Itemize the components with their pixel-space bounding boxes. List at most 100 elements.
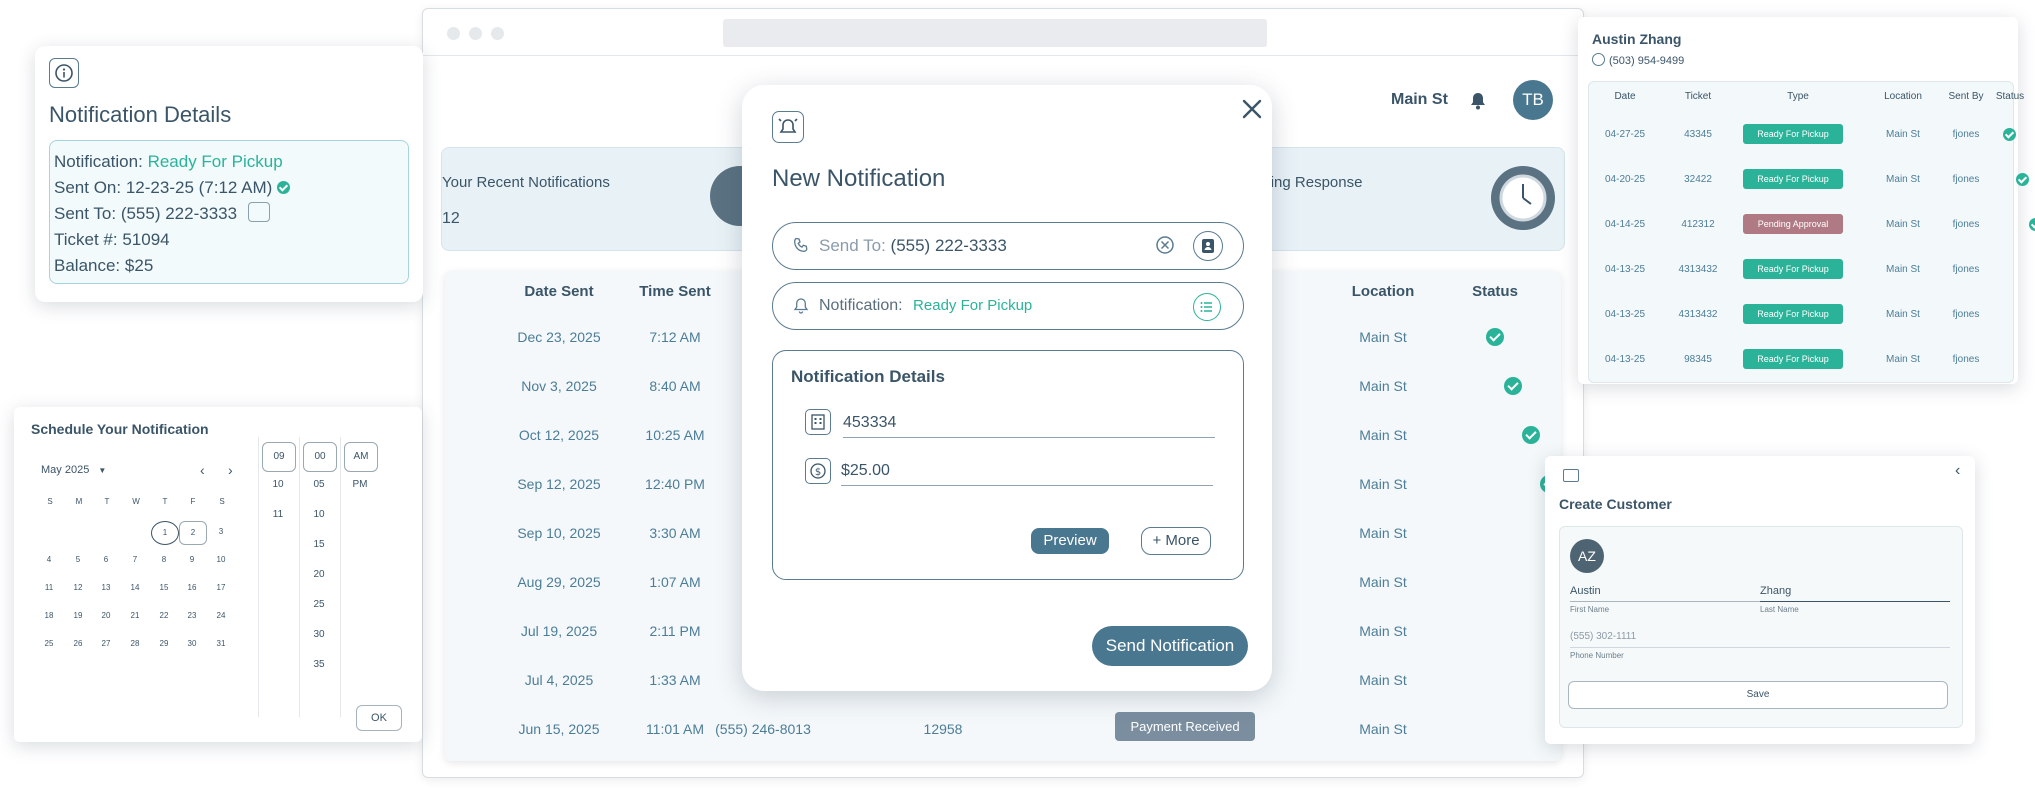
calendar-day[interactable]: 21 xyxy=(122,605,148,627)
history-column-header[interactable]: Ticket xyxy=(1668,91,1728,102)
create-customer-card: ‹ Create Customer AZ Austin First Name Z… xyxy=(1545,456,1975,744)
history-column-header[interactable]: Sent By xyxy=(1936,91,1996,102)
weekday-label: W xyxy=(132,497,140,506)
amount-input[interactable]: $25.00 xyxy=(841,457,1213,486)
calendar-day[interactable]: 23 xyxy=(179,605,205,627)
chevron-left-icon[interactable]: ‹ xyxy=(1955,462,1960,480)
time-option[interactable]: 25 xyxy=(303,599,335,610)
calendar-day[interactable]: 25 xyxy=(36,633,62,655)
cell-location: Main St xyxy=(1359,574,1407,590)
first-name-input[interactable]: Austin xyxy=(1570,585,1760,602)
customer-phone-row: (503) 954-9499 xyxy=(1592,53,1684,67)
calendar-day[interactable]: 5 xyxy=(65,549,91,571)
window-dot xyxy=(447,27,460,40)
history-cell-ticket: 32422 xyxy=(1684,174,1712,185)
avatar[interactable]: AZ xyxy=(1570,539,1604,573)
month-select[interactable]: May 2025 ▼ xyxy=(41,464,106,476)
history-column-header[interactable]: Type xyxy=(1738,91,1858,102)
history-column-header[interactable]: Status xyxy=(1990,91,2030,102)
chevron-left-icon[interactable]: ‹ xyxy=(200,462,205,478)
cell-location: Main St xyxy=(1359,427,1407,443)
time-option[interactable]: 10 xyxy=(262,479,294,490)
building-icon xyxy=(805,409,831,435)
calendar-day[interactable]: 14 xyxy=(122,577,148,599)
last-name-input[interactable]: Zhang xyxy=(1760,585,1950,602)
time-option[interactable]: 11 xyxy=(262,509,294,520)
column-header[interactable]: Status xyxy=(1425,283,1565,300)
cell-phone: (555) 246-8013 xyxy=(715,721,811,737)
calendar-day[interactable]: 1 xyxy=(151,521,179,545)
schedule-title: Schedule Your Notification xyxy=(31,421,209,437)
ok-button[interactable]: OK xyxy=(356,705,402,731)
calendar-day[interactable]: 13 xyxy=(93,577,119,599)
history-cell-by: fjones xyxy=(1952,219,1980,230)
calendar-day[interactable]: 12 xyxy=(65,577,91,599)
column-header[interactable]: Time Sent xyxy=(605,283,745,300)
calendar-day[interactable]: 30 xyxy=(179,633,205,655)
calendar-day[interactable]: 18 xyxy=(36,605,62,627)
calendar-day[interactable]: 7 xyxy=(122,549,148,571)
ticket-input[interactable]: 453334 xyxy=(843,409,1215,438)
calendar-day[interactable]: 31 xyxy=(208,633,234,655)
close-icon[interactable] xyxy=(1240,97,1264,121)
calendar-day[interactable]: 19 xyxy=(65,605,91,627)
history-cell-ticket: 98345 xyxy=(1684,354,1712,365)
calendar-day[interactable]: 16 xyxy=(179,577,205,599)
details-section-title: Notification Details xyxy=(791,367,945,386)
calendar-day[interactable]: 27 xyxy=(93,633,119,655)
time-option[interactable]: 10 xyxy=(303,509,335,520)
detail-row-sent-on: Sent On: 12-23-25 (7:12 AM) xyxy=(54,175,291,201)
time-option[interactable]: 00 xyxy=(303,442,337,472)
calendar-day[interactable]: 11 xyxy=(36,577,62,599)
calendar-day[interactable]: 24 xyxy=(208,605,234,627)
alarm-bell-icon xyxy=(772,111,804,143)
url-bar[interactable] xyxy=(723,19,1267,47)
calendar-day[interactable]: 3 xyxy=(208,521,234,543)
cell-time: 7:12 AM xyxy=(649,329,701,345)
customer-phone: (503) 954-9499 xyxy=(1609,55,1685,67)
calendar-day[interactable]: 29 xyxy=(151,633,177,655)
calendar-day[interactable]: 20 xyxy=(93,605,119,627)
type-badge: Pending Approval xyxy=(1743,214,1843,234)
time-option[interactable]: 09 xyxy=(262,442,296,472)
time-option[interactable]: 15 xyxy=(303,539,335,550)
calendar-day[interactable]: 26 xyxy=(65,633,91,655)
time-option[interactable]: 35 xyxy=(303,659,335,670)
contacts-icon[interactable] xyxy=(1193,231,1223,261)
time-option[interactable]: 30 xyxy=(303,629,335,640)
time-option[interactable]: AM xyxy=(344,442,378,472)
calendar-day[interactable]: 4 xyxy=(36,549,62,571)
calendar-day[interactable]: 22 xyxy=(151,605,177,627)
send-to-label-text: Send To: xyxy=(819,236,886,255)
calendar-day[interactable]: 8 xyxy=(151,549,177,571)
calendar-day[interactable]: 2 xyxy=(179,521,207,545)
history-column-header[interactable]: Location xyxy=(1868,91,1938,102)
avatar[interactable]: TB xyxy=(1513,80,1553,120)
send-to-field[interactable]: Send To: (555) 222-3333 xyxy=(772,222,1244,270)
add-contact-icon[interactable] xyxy=(247,202,270,222)
save-button[interactable]: Save xyxy=(1568,681,1948,709)
calendar-day[interactable]: 15 xyxy=(151,577,177,599)
location-label[interactable]: Main St xyxy=(1391,91,1448,109)
chevron-right-icon[interactable]: › xyxy=(228,462,233,478)
bell-icon[interactable] xyxy=(1469,91,1487,111)
details-box: Notification: Ready For Pickup Sent On: … xyxy=(49,140,409,284)
create-customer-title: Create Customer xyxy=(1559,496,1672,512)
phone-number-input[interactable]: (555) 302-1111 xyxy=(1570,631,1950,648)
preview-button[interactable]: Preview xyxy=(1031,528,1109,554)
calendar-day[interactable]: 28 xyxy=(122,633,148,655)
calendar-day[interactable]: 17 xyxy=(208,577,234,599)
time-option[interactable]: PM xyxy=(344,479,376,490)
time-option[interactable]: 05 xyxy=(303,479,335,490)
send-notification-button[interactable]: Send Notification xyxy=(1092,626,1248,666)
status-check-icon xyxy=(1522,426,1540,444)
list-icon[interactable] xyxy=(1193,293,1221,321)
calendar-day[interactable]: 6 xyxy=(93,549,119,571)
more-button[interactable]: + More xyxy=(1141,527,1211,555)
calendar-day[interactable]: 10 xyxy=(208,549,234,571)
clear-icon[interactable] xyxy=(1155,235,1175,255)
notification-type-field[interactable]: Notification: Ready For Pickup xyxy=(772,282,1244,330)
time-option[interactable]: 20 xyxy=(303,569,335,580)
history-column-header[interactable]: Date xyxy=(1600,91,1650,102)
calendar-day[interactable]: 9 xyxy=(179,549,205,571)
